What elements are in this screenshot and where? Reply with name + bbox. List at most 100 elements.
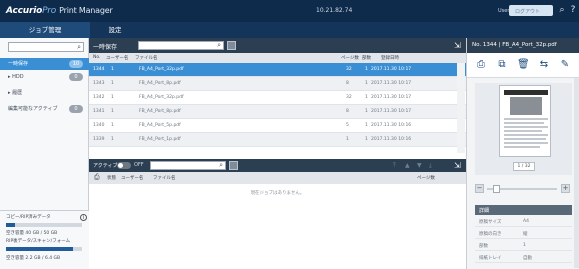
cell-no: 1342 [93,95,105,100]
property-value: 自動 [523,256,532,261]
sidebar-item-hold[interactable]: 一時保存 10 [0,58,89,70]
col-user[interactable]: ユーザー名 [106,55,128,61]
sidebar-item-hdd[interactable]: ▸ HDD 0 [0,71,89,83]
cell-file: FB_A4_Port_5p.pdf [139,123,181,128]
cell-copies: 1 [365,81,368,86]
col-file[interactable]: ファイル名 [135,55,158,61]
hold-scrollbar[interactable] [457,63,465,153]
col-status[interactable]: 状態 [107,175,116,181]
count-badge: 0 [69,73,83,81]
cell-user: 1 [111,81,114,86]
page-header-block [504,90,548,95]
page-text-line [504,146,540,148]
sidebar-item-label: 編集可能なアクティブ [8,106,58,112]
property-key: 排紙トレイ [479,256,502,261]
table-row[interactable]: 1342 1 FB_A4_Port_32p.pdf 32 1 2017.11.3… [89,91,466,105]
search-icon[interactable]: ⌕ [77,43,81,52]
col-no[interactable]: No. [93,55,100,60]
help-icon[interactable]: ? [567,4,579,16]
cell-user: 1 [111,109,114,114]
col-pages[interactable]: ページ数 [417,175,435,181]
page-preview: 1 / 32 [475,83,572,175]
count-badge: 10 [69,60,83,68]
cell-pages: 32 [346,95,352,100]
col-copies[interactable]: 部数 [362,55,371,61]
top-bar: AccurioPro Print Manager 10.21.82.74 User… [0,0,579,22]
page-text-line [504,126,548,128]
info-icon[interactable]: i [80,214,87,221]
page-text-line [504,138,546,140]
zoom-out-icon[interactable]: − [475,184,484,193]
page-number-field[interactable]: 1 / 32 [513,162,535,171]
cell-date: 2017.11.30 10:16 [371,123,412,128]
property-row: 原稿の向き 縦 [475,227,572,239]
property-value: A4 [523,219,529,224]
col-pages[interactable]: ページ数 [341,55,359,61]
storage-title: コピー/RIP済みデータ [6,215,51,220]
active-column-header: ⎙ 状態 ユーザー名 ファイル名 ページ数 [89,172,466,184]
storage-line-3: 空き容量 2.2 GB / 6.4 GB [6,256,61,261]
table-row[interactable]: 1339 1 FB_A4_Port_1p.pdf 1 1 2017.11.30 … [89,133,466,147]
move-top-icon[interactable]: ⤒ [393,162,396,170]
cell-copies: 1 [365,109,368,114]
cell-date: 2017.11.30 10:17 [371,67,412,72]
filter-button[interactable] [227,41,236,50]
hold-title: 一時保存 [93,44,118,51]
page-text-line [504,130,542,132]
sidebar-search-input[interactable]: ⌕ [8,42,84,52]
cell-file: FB_A4_Port_32p.pdf [139,67,184,72]
zoom-in-icon[interactable]: + [561,184,570,193]
ip-address: 10.21.82.74 [316,7,353,14]
cell-no: 1339 [93,137,105,142]
collapse-icon[interactable]: ⇲ [454,41,461,50]
detail-panel: No. 1344 | FB_A4_Port_32p.pdf ⎙ ⧉ 🗑 ⇆ ✎ … [466,38,579,269]
sidebar-item-editable-active[interactable]: 編集可能なアクティブ 0 [0,103,89,115]
toggle-label: OFF [134,162,144,168]
detail-toolbar: ⎙ ⧉ 🗑 ⇆ ✎ [467,53,579,78]
delete-icon[interactable]: 🗑 [517,59,530,71]
main-panel: 一時保存 ⌕ ⇲ No. ユーザー名 ファイル名 ページ数 部数 登録日時 13… [89,38,466,269]
print-icon[interactable]: ⎙ [475,59,487,71]
col-file[interactable]: ファイル名 [153,175,176,181]
filter-button[interactable] [229,161,238,170]
zoom-slider-handle[interactable] [493,185,500,193]
hold-search-input[interactable]: ⌕ [138,41,224,50]
table-row[interactable]: 1341 1 FB_A4_Port_8p.pdf 8 1 2017.11.30 … [89,105,466,119]
send-icon[interactable]: ⇆ [538,59,550,71]
hold-header: 一時保存 ⌕ ⇲ [89,38,466,53]
cell-user: 1 [111,95,114,100]
col-user[interactable]: ユーザー名 [121,175,143,181]
property-value: 1 [523,243,526,248]
active-toggle[interactable] [117,162,131,169]
storage-bar-1 [6,223,82,227]
cell-pages: 8 [346,81,349,86]
collapse-icon[interactable]: ⇲ [454,161,461,170]
search-icon[interactable]: ⌕ [219,161,223,170]
table-row[interactable]: 1344 1 FB_A4_Port_32p.pdf 32 1 2017.11.3… [89,63,466,77]
page-thumbnail[interactable] [499,85,551,157]
sidebar-item-label: 一時保存 [8,61,29,67]
storage-line-1: 空き容量 40 GB / 50 GB [6,231,58,236]
edit-icon[interactable]: ✎ [559,59,571,71]
cell-no: 1344 [93,67,105,72]
tab-settings[interactable]: 設定 [90,22,140,38]
storage-bar-2 [6,247,82,251]
property-value: 縦 [523,232,528,237]
active-search-input[interactable]: ⌕ [150,161,226,170]
copy-icon[interactable]: ⧉ [496,59,508,71]
user-button[interactable]: ログアウト [509,5,553,16]
tab-job-management[interactable]: ジョブ管理 [0,22,90,38]
move-up-icon[interactable]: ▲ [405,162,410,169]
sidebar-item-history[interactable]: ▸ 履歴 [0,87,89,99]
detail-scrollbar[interactable] [574,78,579,268]
search-icon[interactable]: ⌕ [217,41,221,50]
col-date[interactable]: 登録日時 [381,55,399,61]
cell-date: 2017.11.30 10:17 [371,81,412,86]
storage-bar-1-fill [6,223,16,227]
table-row[interactable]: 1340 1 FB_A4_Port_5p.pdf 5 1 2017.11.30 … [89,119,466,133]
print-icon: ⎙ [94,173,100,181]
table-row[interactable]: 1343 1 FB_A4_Port_8p.pdf 8 1 2017.11.30 … [89,77,466,91]
move-bottom-icon[interactable]: ⤓ [429,162,432,170]
count-badge: 0 [69,105,83,113]
move-down-icon[interactable]: ▼ [417,162,422,169]
